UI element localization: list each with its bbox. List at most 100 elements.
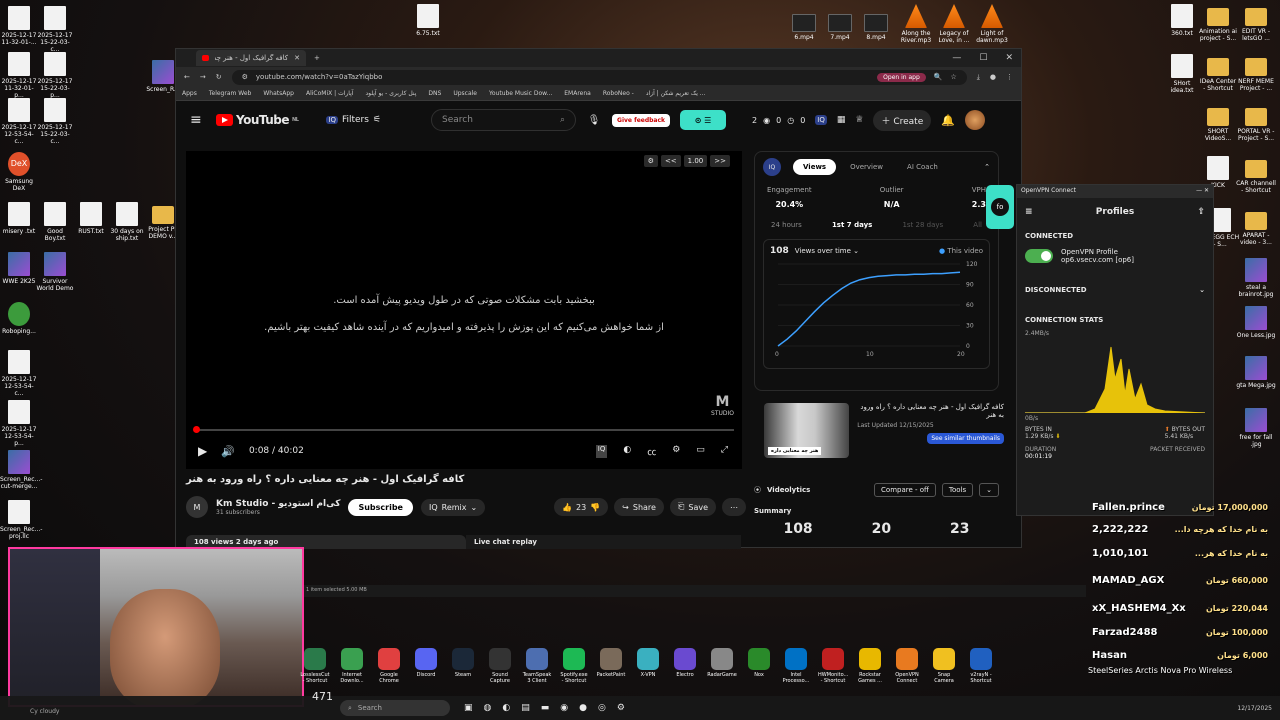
desktop-icon[interactable]: EDIT VR - letsGO ... <box>1236 4 1276 42</box>
desktop-icon[interactable]: 6.75.txt <box>408 4 448 37</box>
app-shortcut[interactable]: RadarGame <box>707 648 737 684</box>
desktop-icon[interactable]: 2025-12-17 12-53-54-c... <box>0 98 38 145</box>
desktop-icon[interactable]: CAR channell - Shortcut <box>1236 156 1276 194</box>
desktop-icon[interactable]: 2025-12-17 11-32-01-p... <box>0 52 38 99</box>
desktop-icon[interactable]: 2025-12-17 15-22-03-c... <box>36 98 74 145</box>
desktop-icon[interactable]: 8.mp4 <box>856 10 896 41</box>
more-actions-icon[interactable]: ⋯ <box>722 498 746 516</box>
discord-icon[interactable]: ◉ <box>560 703 568 713</box>
new-tab-icon[interactable]: + <box>314 54 320 62</box>
volume-icon[interactable]: 🔊 <box>221 445 235 458</box>
bookmark-item[interactable]: Youtube Music Dow... <box>489 90 552 97</box>
youtube-logo[interactable]: YouTube NL <box>216 113 299 127</box>
app-shortcut[interactable]: Google Chrome <box>374 648 404 684</box>
avatar[interactable] <box>964 110 985 130</box>
settings-icon[interactable]: ⚙ <box>617 703 625 713</box>
desktop-icon[interactable]: 2025-12-17 15-22-03-c... <box>36 6 74 53</box>
app-shortcut[interactable]: OpenVPN Connect <box>892 648 922 684</box>
spotify-icon[interactable]: ● <box>579 703 587 713</box>
app-shortcut[interactable]: LosslessCut - Shortcut <box>300 648 330 684</box>
range-28d[interactable]: 1st 28 days <box>902 221 943 229</box>
app-shortcut[interactable]: HWMonito... - Shortcut <box>818 648 848 684</box>
thumbs-down-icon[interactable]: 👎 <box>590 503 600 512</box>
app-shortcut[interactable]: v2rayN - Shortcut <box>966 648 996 684</box>
app-shortcut[interactable]: Internet Downlo... <box>337 648 367 684</box>
desktop-icon[interactable]: gta Mega.jpg <box>1236 356 1276 389</box>
desktop-icon[interactable]: APARAT - video - 3... <box>1236 208 1276 246</box>
taskbar-search[interactable]: ⌕ Search <box>340 700 450 716</box>
profile-icon[interactable]: ● <box>990 73 996 81</box>
filters-button[interactable]: IQ Filters ⚟ <box>326 115 381 125</box>
bookmark-star-icon[interactable]: ☆ <box>951 73 957 81</box>
vpn-disconnected-row[interactable]: DISCONNECTED ⌄ <box>1017 280 1213 300</box>
desktop-icon[interactable]: IDeA Center - Shortcut <box>1198 54 1238 92</box>
desktop-icon[interactable]: 2025-12-17 12-53-54-p... <box>0 400 38 447</box>
desktop-icon[interactable]: 30 days on ship.txt <box>108 202 146 242</box>
app-shortcut[interactable]: Spotify.exe - Shortcut <box>559 648 589 684</box>
menu-dots-icon[interactable]: ⋮ <box>1006 73 1013 81</box>
desktop-icon[interactable]: 7.mp4 <box>820 10 860 41</box>
iq-player-icon[interactable]: IQ <box>595 444 608 458</box>
thumbnail-image[interactable]: هنر چه معنایی داره <box>764 403 850 458</box>
desktop-icon[interactable]: free for fall .jpg <box>1236 408 1276 448</box>
app-shortcut[interactable]: Electro <box>670 648 700 684</box>
captions-icon[interactable]: ㏄ <box>647 445 656 458</box>
award-icon[interactable]: ♕ <box>855 115 863 125</box>
search-input[interactable]: Search ⌕ <box>431 109 577 131</box>
back-icon[interactable]: ← <box>184 73 190 81</box>
range-7d[interactable]: 1st 7 days <box>832 221 872 229</box>
vpn-toggle[interactable] <box>1025 249 1053 263</box>
iq-ext-icon[interactable]: IQ <box>815 115 827 125</box>
desktop-icon[interactable]: 2025-12-17 12-53-54-c... <box>0 350 38 397</box>
vpn-menu-icon[interactable]: ≡ <box>1025 207 1033 217</box>
desktop-icon[interactable]: Along the River.mp3 <box>896 4 936 44</box>
open-in-app-button[interactable]: Open in app <box>877 72 926 82</box>
bookmark-item[interactable]: Upscale <box>453 90 477 97</box>
url-field[interactable]: ⚙ youtube.com/watch?v=0aTazYiqbbo Open i… <box>231 69 967 85</box>
forward-icon[interactable]: → <box>200 73 206 81</box>
save-button[interactable]: ⎗ Save <box>669 498 716 516</box>
videolytics-expand-icon[interactable]: ⌄ <box>979 483 999 497</box>
speed-down-button[interactable]: << <box>660 155 681 167</box>
bookmark-item[interactable]: RoboNeo - <box>603 90 634 97</box>
desktop-icon[interactable]: misery .txt <box>0 202 38 235</box>
settings-icon[interactable]: ⚙ <box>672 445 680 458</box>
browser-tab[interactable]: کافه گرافیک اول - هنر چه م... ✕ <box>196 50 306 66</box>
desktop-icon[interactable]: Legacy of Love, in ... <box>934 4 974 44</box>
tab-overview[interactable]: Overview <box>840 159 893 175</box>
edge-icon[interactable]: ◐ <box>502 703 510 713</box>
desktop-icon[interactable]: One Less.jpg <box>1236 306 1276 339</box>
vpn-import-icon[interactable]: ⇪ <box>1197 207 1205 217</box>
desktop-icon[interactable]: Screen_Rec...-cut-merge... <box>0 450 42 490</box>
tools-button[interactable]: Tools <box>941 483 974 497</box>
video-player[interactable]: ⚙ << 1.00 >> ببخشید بابت مشکلات صوتی که … <box>186 151 742 469</box>
floating-extension-button[interactable]: fo <box>986 185 1014 229</box>
remix-button[interactable]: IQ Remix ⌄ <box>420 498 486 516</box>
desktop-icon[interactable]: steal a brainrot.jpg <box>1236 258 1276 298</box>
like-button[interactable]: 👍 23 👎 <box>554 498 609 516</box>
bookmark-item[interactable]: DNS <box>428 90 441 97</box>
range-24h[interactable]: 24 hours <box>771 221 802 229</box>
zoom-icon[interactable]: 🔍 <box>934 73 943 81</box>
grid-icon[interactable]: ▦ <box>837 115 846 125</box>
app-shortcut[interactable]: Snap Camera <box>929 648 959 684</box>
autoplay-toggle[interactable]: ◐ <box>623 445 631 458</box>
app-shortcut[interactable]: X-VPN <box>633 648 663 684</box>
app-shortcut[interactable]: Sound Capture <box>485 648 515 684</box>
similar-thumbnails-button[interactable]: See similar thumbnails <box>927 433 1004 444</box>
desktop-icon[interactable]: 360.txt <box>1162 4 1202 37</box>
microphone-icon[interactable]: 🎙 <box>586 115 602 126</box>
give-feedback-button[interactable]: Give feedback <box>612 113 671 127</box>
close-tab-icon[interactable]: ✕ <box>294 54 300 62</box>
desktop-icon[interactable]: NERF MEME Project - ... <box>1236 54 1276 92</box>
bookmark-item[interactable]: پنل کاربری - یو آپلود <box>365 90 416 97</box>
range-all[interactable]: All <box>973 221 982 229</box>
app-shortcut[interactable]: Steam <box>448 648 478 684</box>
compare-button[interactable]: Compare - off <box>874 483 936 497</box>
tab-views[interactable]: Views <box>793 159 837 175</box>
site-info-icon[interactable]: ⚙ <box>242 73 248 81</box>
desktop-icon[interactable]: 2025-12-17 15-22-03-p... <box>36 52 74 99</box>
desktop-icon[interactable]: WWE 2K25 <box>0 252 38 285</box>
hamburger-menu-icon[interactable]: ≡ <box>190 112 206 128</box>
close-window-icon[interactable]: ✕ <box>1005 53 1013 63</box>
